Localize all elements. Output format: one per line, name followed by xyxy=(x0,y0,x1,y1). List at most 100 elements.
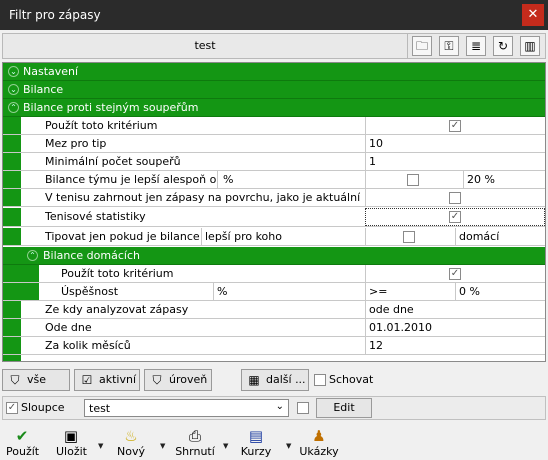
row-min: Minimální počet soupeřů 1 xyxy=(3,153,545,171)
row-odedne: Ode dne 01.01.2010 xyxy=(3,319,545,337)
percent-unit: % xyxy=(223,173,234,186)
pouzit-checkbox[interactable]: ✓ xyxy=(449,120,461,132)
row-tenis-stat: Tenisové statistiky ✓ xyxy=(3,208,545,227)
section-label: Bilance proti stejným soupeřům xyxy=(23,101,199,114)
row-tipovat: Tipovat jen pokud je bilance lepší pro k… xyxy=(3,228,545,246)
button-label: Uložit xyxy=(56,445,87,458)
button-label: úroveň xyxy=(169,373,208,386)
expand-icon[interactable]: ⌄ xyxy=(8,66,19,77)
titlebar: Filtr pro zápasy ✕ xyxy=(0,0,548,30)
tipovat-checkbox[interactable] xyxy=(403,231,415,243)
button-label: Edit xyxy=(333,401,355,414)
tipovat-value[interactable]: domácí xyxy=(459,230,499,243)
section-bilance[interactable]: ⌄ Bilance xyxy=(3,81,545,99)
section-nastaveni[interactable]: ⌄ Nastavení xyxy=(3,63,545,81)
row-mez: Mez pro tip 10 xyxy=(3,135,545,153)
section-label: Nastavení xyxy=(23,65,79,78)
pouzit2-checkbox[interactable]: ✓ xyxy=(449,268,461,280)
film-icon: ▦ xyxy=(248,373,260,387)
section-label: Bilance xyxy=(23,83,64,96)
button-label: Ukázky xyxy=(299,445,339,458)
edit-button[interactable]: Edit xyxy=(316,398,372,418)
aktivni-button[interactable]: ☑ aktivní xyxy=(74,369,140,391)
row-label: Za kolik měsíců xyxy=(45,339,131,352)
columns-select[interactable]: test ⌄ xyxy=(84,399,289,417)
mez-value[interactable]: 10 xyxy=(369,137,383,150)
save-icon: ▣ xyxy=(63,427,79,445)
uroven-button[interactable]: ⛉ úroveň xyxy=(144,369,212,391)
close-button[interactable]: ✕ xyxy=(522,4,544,26)
select-value: test xyxy=(89,402,111,415)
list-icon[interactable]: ≣ xyxy=(466,36,486,56)
collapse-icon[interactable]: ⌃ xyxy=(27,250,38,261)
odedne-value[interactable]: 01.01.2010 xyxy=(369,321,432,334)
chart-icon: ▤ xyxy=(248,427,264,445)
button-label: Shrnutí xyxy=(175,445,215,458)
pouzit-button[interactable]: ✔ Použít xyxy=(6,427,40,458)
button-label: další ... xyxy=(266,373,306,386)
row-label: Použít toto kritérium xyxy=(45,119,158,132)
button-label: aktivní xyxy=(99,373,137,386)
ulozit-button[interactable]: ▣ Uložit xyxy=(56,427,87,458)
section-label: Bilance domácích xyxy=(43,249,140,262)
uspesnost-value[interactable]: 0 % xyxy=(459,285,480,298)
novy-button[interactable]: ♨ Nový xyxy=(116,427,146,458)
shrnuti-dropdown-icon[interactable]: ▼ xyxy=(223,442,228,450)
people-icon: ♟ xyxy=(312,427,326,445)
row-label: Úspěšnost xyxy=(61,285,119,298)
section-bilance-domacich[interactable]: ⌃ Bilance domácích xyxy=(3,247,545,265)
bilance-checkbox[interactable] xyxy=(407,174,419,186)
columns-checkbox[interactable] xyxy=(297,402,309,414)
min-value[interactable]: 1 xyxy=(369,155,376,168)
button-label: Nový xyxy=(117,445,145,458)
columns-icon[interactable]: ▥ xyxy=(520,36,540,56)
row-tenis-povrch: V tenisu zahrnout jen zápasy na povrchu,… xyxy=(3,189,545,207)
funnel-icon: ⛉ xyxy=(10,373,20,387)
zekdy-value[interactable]: ode dne xyxy=(369,303,414,316)
expand-icon[interactable]: ⌄ xyxy=(8,84,19,95)
row-bilance-tymu: Bilance týmu je lepší alespoň o % 20 % xyxy=(3,171,545,189)
row-label: Ode dne xyxy=(45,321,92,334)
criteria-grid: ⌄ Nastavení ⌄ Bilance ⌃ Bilance proti st… xyxy=(2,62,546,362)
shrnuti-button[interactable]: ⎙ Shrnutí xyxy=(175,427,215,458)
print-icon: ⎙ xyxy=(188,427,201,445)
window-title: Filtr pro zápasy xyxy=(9,8,101,22)
ulozit-dropdown-icon[interactable]: ▼ xyxy=(98,442,103,450)
row-pouzit2: Použít toto kritérium ✓ xyxy=(3,265,545,283)
row-zakolik: Za kolik měsíců 12 xyxy=(3,337,545,355)
row-label: Mez pro tip xyxy=(45,137,107,150)
filter-name: test xyxy=(3,34,408,58)
bilance-value[interactable]: 20 % xyxy=(467,173,495,186)
chevron-down-icon: ⌄ xyxy=(275,401,284,412)
button-label: Kurzy xyxy=(240,445,272,458)
schovat-checkbox[interactable] xyxy=(314,374,326,386)
bulb-icon: ♨ xyxy=(124,427,138,445)
tenis-stat-checkbox[interactable]: ✓ xyxy=(449,211,461,223)
sloupce-checkbox[interactable]: ✓ xyxy=(6,402,18,414)
row-zekdy: Ze kdy analyzovat zápasy ode dne xyxy=(3,301,545,319)
sloupce-label: Sloupce xyxy=(21,401,65,414)
button-label: Použít xyxy=(6,445,40,458)
kurzy-dropdown-icon[interactable]: ▼ xyxy=(286,442,291,450)
row-pouzit: Použít toto kritérium ✓ xyxy=(3,117,545,135)
zakolik-value[interactable]: 12 xyxy=(369,339,383,352)
schovat-label: Schovat xyxy=(329,373,374,386)
collapse-icon[interactable]: ⌃ xyxy=(8,102,19,113)
kurzy-button[interactable]: ▤ Kurzy xyxy=(238,427,274,458)
tipovat-mode: lepší pro koho xyxy=(205,230,282,243)
dalsi-button[interactable]: ▦ další ... xyxy=(241,369,309,391)
novy-dropdown-icon[interactable]: ▼ xyxy=(160,442,165,450)
povrch-checkbox[interactable] xyxy=(449,192,461,204)
folder-icon[interactable]: 🗀 xyxy=(412,36,432,56)
row-label: Bilance týmu je lepší alespoň o xyxy=(45,173,217,186)
ukazky-button[interactable]: ♟ Ukázky xyxy=(299,427,339,458)
section-bilance-proti[interactable]: ⌃ Bilance proti stejným soupeřům xyxy=(3,99,545,117)
comparison-operator[interactable]: >= xyxy=(369,285,387,298)
key-icon[interactable]: ⚿ xyxy=(439,36,459,56)
vse-button[interactable]: ⛉ vše xyxy=(2,369,70,391)
row-uspesnost: Úspěšnost % >= 0 % xyxy=(3,283,545,301)
row-label: Použít toto kritérium xyxy=(61,267,174,280)
row-label: Tenisové statistiky xyxy=(45,210,146,223)
refresh-icon[interactable]: ↻ xyxy=(493,36,513,56)
row-label: V tenisu zahrnout jen zápasy na povrchu,… xyxy=(45,191,361,204)
